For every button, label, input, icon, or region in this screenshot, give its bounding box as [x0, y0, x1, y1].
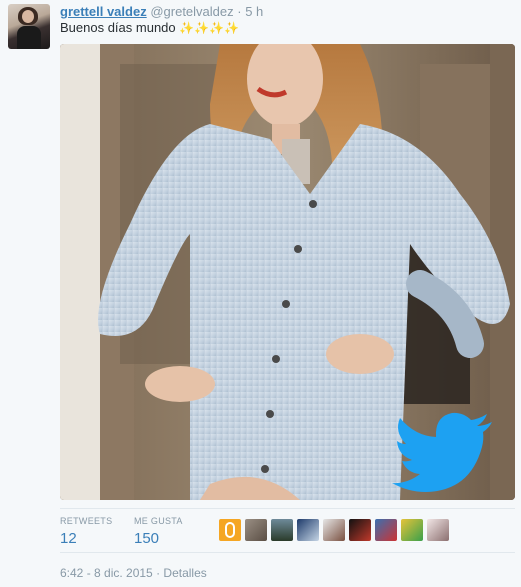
likes-stat[interactable]: ME GUSTA 150: [134, 516, 183, 547]
stats-divider-bottom: [60, 552, 515, 553]
tweet-footer: 6:42 - 8 dic. 2015 · Detalles: [60, 566, 207, 580]
tweet-text: Buenos días mundo ✨✨✨✨: [60, 20, 239, 36]
tweet-photo[interactable]: [60, 44, 515, 500]
liker-avatar[interactable]: [375, 519, 397, 541]
liker-avatar[interactable]: [323, 519, 345, 541]
liker-avatar[interactable]: [297, 519, 319, 541]
header-separator: ·: [237, 4, 242, 19]
likes-label: ME GUSTA: [134, 516, 183, 526]
tweet-timestamp[interactable]: 5 h: [245, 4, 263, 19]
liker-avatar[interactable]: [245, 519, 267, 541]
tweet-text-body: Buenos días mundo: [60, 20, 176, 35]
retweets-count[interactable]: 12: [60, 530, 112, 547]
sparkles-emoji: ✨✨✨✨: [179, 21, 240, 35]
likes-count[interactable]: 150: [134, 530, 183, 547]
footer-separator: ·: [156, 566, 161, 580]
liker-avatar[interactable]: [271, 519, 293, 541]
author-name[interactable]: grettell valdez: [60, 4, 147, 19]
author-handle[interactable]: @gretelvaldez: [150, 4, 233, 19]
liker-avatar[interactable]: [219, 519, 241, 541]
liker-avatar[interactable]: [349, 519, 371, 541]
tweet: grettell valdez @gretelvaldez · 5 h Buen…: [0, 0, 521, 587]
retweets-stat[interactable]: RETWEETS 12: [60, 516, 112, 547]
retweets-label: RETWEETS: [60, 516, 113, 526]
tweet-header: grettell valdez @gretelvaldez · 5 h: [60, 4, 263, 20]
details-link[interactable]: Detalles: [163, 566, 206, 580]
stats-divider-top: [60, 508, 515, 509]
author-avatar[interactable]: [8, 4, 50, 49]
tweet-datetime[interactable]: 6:42 - 8 dic. 2015: [60, 566, 153, 580]
liker-avatar[interactable]: [427, 519, 449, 541]
liker-avatar[interactable]: [401, 519, 423, 541]
